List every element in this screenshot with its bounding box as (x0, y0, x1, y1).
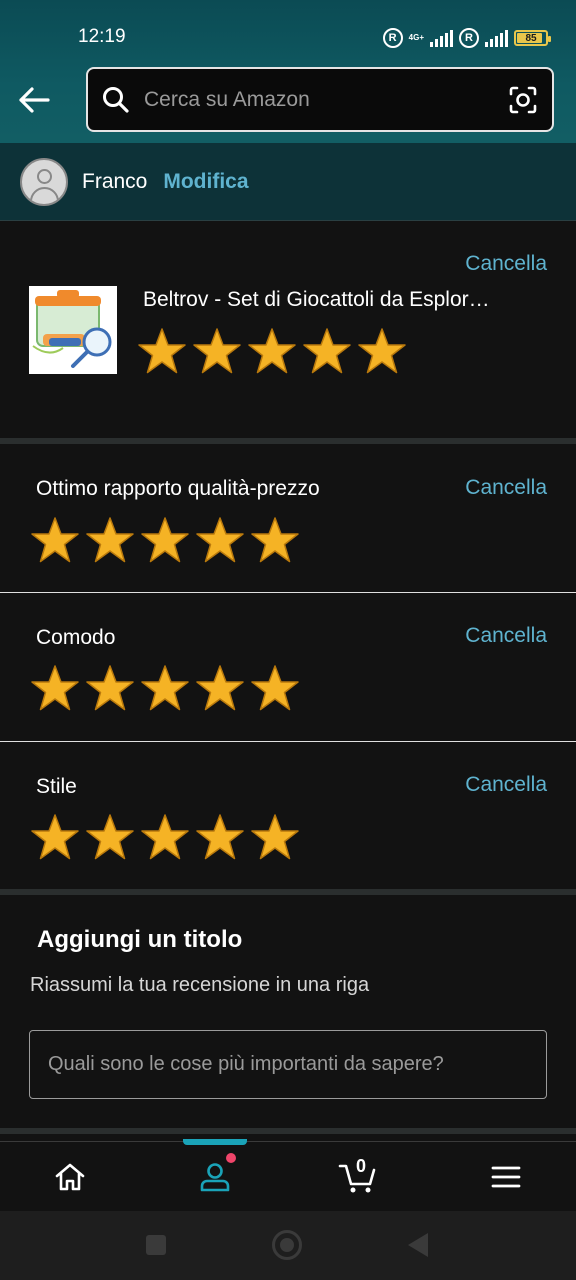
bottom-nav: 0 (0, 1139, 576, 1212)
signal-icon (430, 29, 453, 47)
cancel-style-rating[interactable]: Cancella (465, 773, 547, 797)
attribute-label-style: Stile (36, 775, 77, 798)
star-icon[interactable] (140, 516, 190, 564)
status-time: 12:19 (78, 26, 126, 47)
cancel-product-rating[interactable]: Cancella (465, 252, 547, 276)
menu-icon (491, 1166, 521, 1188)
attribute-label-value: Ottimo rapporto qualità-prezzo (36, 477, 320, 500)
section-divider (0, 889, 576, 895)
star-icon[interactable] (137, 327, 187, 375)
product-thumbnail-icon (32, 290, 112, 368)
star-icon[interactable] (30, 813, 80, 861)
star-icon[interactable] (195, 516, 245, 564)
sim2-roaming-icon: R (459, 28, 479, 48)
attribute-label-comfort: Comodo (36, 626, 116, 649)
cancel-comfort-rating[interactable]: Cancella (465, 624, 547, 648)
search-input[interactable] (144, 87, 500, 112)
back-button[interactable] (14, 80, 54, 120)
product-star-rating[interactable] (137, 327, 407, 375)
system-nav-bar (0, 1211, 576, 1280)
add-title-heading: Aggiungi un titolo (37, 926, 243, 953)
row-divider (0, 592, 576, 593)
star-icon[interactable] (140, 813, 190, 861)
star-icon[interactable] (85, 664, 135, 712)
search-icon (103, 86, 129, 113)
nav-cart[interactable] (318, 1142, 398, 1212)
network-type: 4G+ (408, 33, 424, 42)
product-title: Beltrov - Set di Giocattoli da Esplor… (143, 288, 490, 311)
profile-name: Franco (82, 169, 148, 193)
home-button-icon[interactable] (272, 1230, 302, 1260)
header: 12:19 R 4G+ R 85 (0, 0, 576, 143)
comfort-star-rating[interactable] (30, 664, 300, 712)
nav-menu[interactable] (466, 1142, 546, 1212)
battery-level: 85 (525, 32, 537, 44)
star-icon[interactable] (30, 516, 80, 564)
account-icon (200, 1163, 230, 1192)
sim-roaming-icon: R (382, 28, 403, 48)
status-bar: 12:19 R 4G+ R 85 (0, 0, 576, 70)
section-divider (0, 1128, 576, 1134)
review-title-input[interactable] (29, 1030, 547, 1099)
row-divider (0, 741, 576, 742)
arrow-left-icon (19, 87, 50, 113)
nav-home[interactable] (30, 1142, 110, 1212)
avatar (20, 157, 68, 206)
star-icon[interactable] (250, 516, 300, 564)
nav-account[interactable] (175, 1142, 255, 1212)
star-icon[interactable] (195, 664, 245, 712)
recents-icon[interactable] (146, 1235, 166, 1255)
star-icon[interactable] (250, 664, 300, 712)
notification-dot (226, 1153, 236, 1163)
system-back-icon[interactable] (408, 1233, 428, 1257)
star-icon[interactable] (195, 813, 245, 861)
star-icon[interactable] (85, 813, 135, 861)
star-icon[interactable] (357, 327, 407, 375)
signal2-icon (485, 29, 508, 47)
cart-count: 0 (356, 1156, 367, 1176)
cancel-value-rating[interactable]: Cancella (465, 476, 547, 500)
section-divider (0, 438, 576, 444)
home-icon (55, 1163, 85, 1191)
star-icon[interactable] (30, 664, 80, 712)
value-star-rating[interactable] (30, 516, 300, 564)
star-icon[interactable] (140, 664, 190, 712)
star-icon[interactable] (302, 327, 352, 375)
search-bar[interactable] (86, 67, 554, 132)
product-image (29, 286, 117, 374)
screen: 12:19 R 4G+ R 85 Cerca su Amazon Franco … (0, 0, 576, 1280)
profile-bar: Franco Modifica (0, 143, 576, 221)
star-icon[interactable] (85, 516, 135, 564)
star-icon[interactable] (247, 327, 297, 375)
camera-scan-icon[interactable] (508, 85, 538, 115)
style-star-rating[interactable] (30, 813, 300, 861)
edit-profile-link[interactable]: Modifica (163, 170, 248, 194)
add-title-subheading: Riassumi la tua recensione in una riga (30, 974, 370, 996)
star-icon[interactable] (250, 813, 300, 861)
star-icon[interactable] (192, 327, 242, 375)
status-icons: R 4G+ R 85 (382, 26, 551, 50)
battery-icon: 85 (514, 30, 551, 46)
